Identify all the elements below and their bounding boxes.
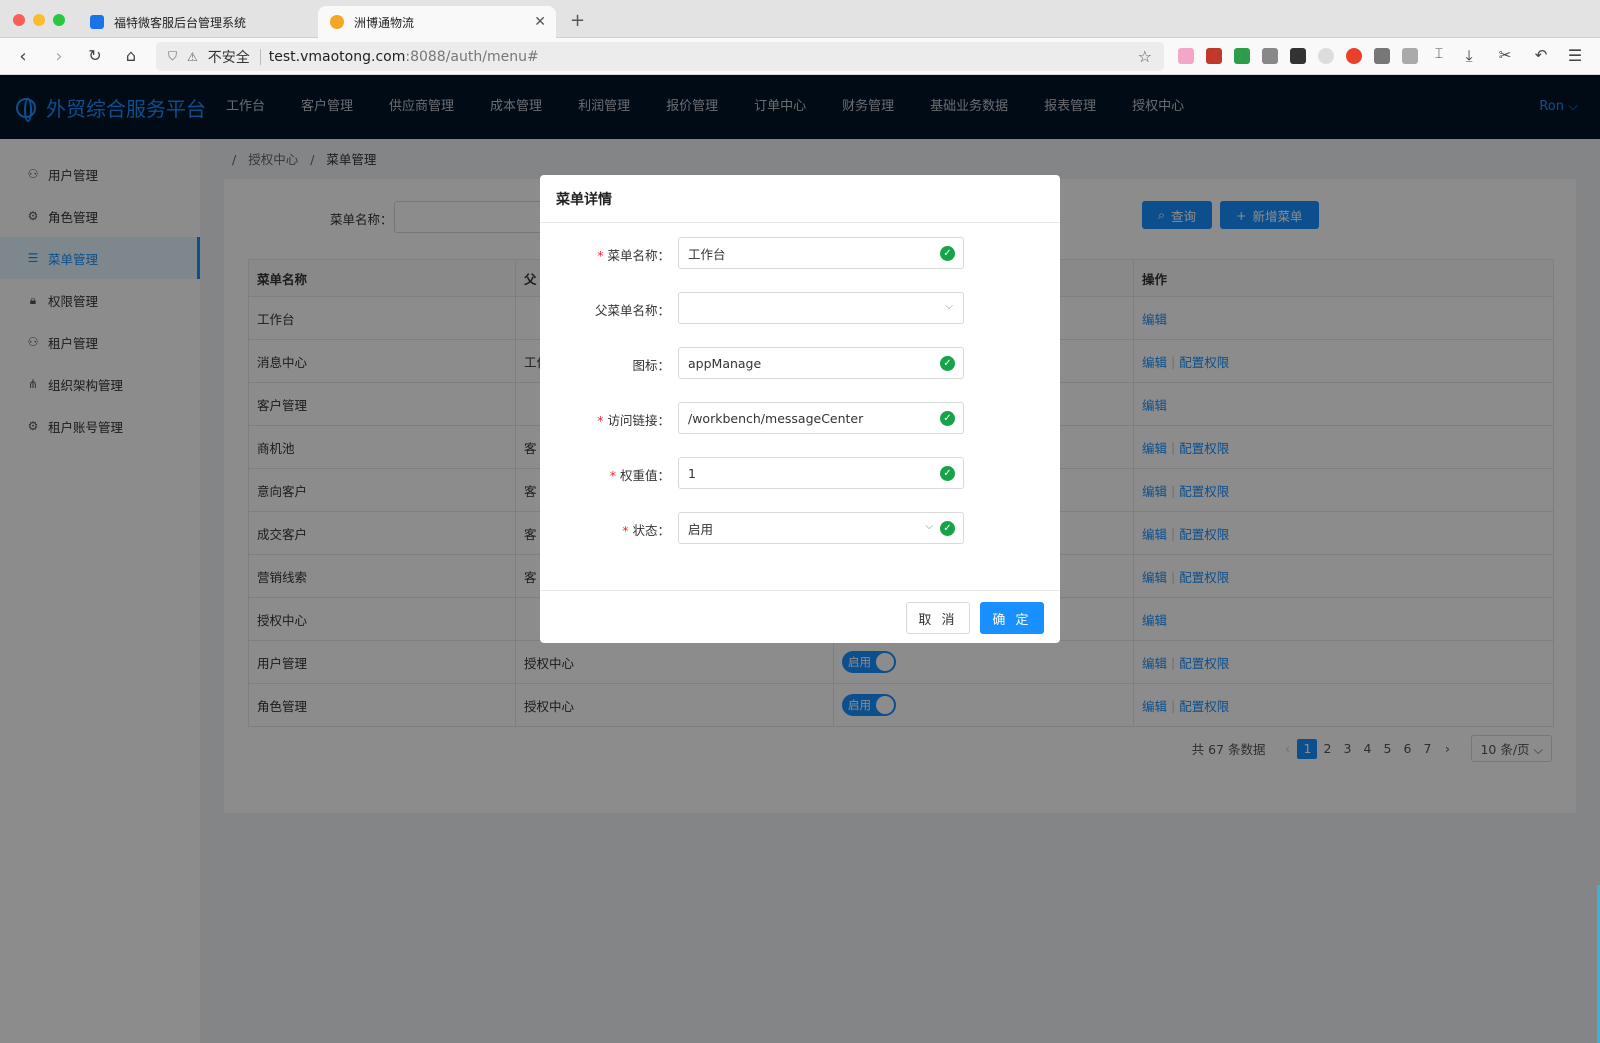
- menu-detail-modal: 菜单详情 * 菜单名称： 工作台 ✓ 父菜单名称： ⌵ 图标： appManage ✓ * 访问链接…: [540, 175, 1060, 643]
- modal-title: 菜单详情: [540, 175, 1060, 223]
- chevron-down-icon: ⌵: [945, 301, 953, 312]
- new-tab-icon[interactable]: +: [570, 10, 585, 31]
- extension-icon[interactable]: [1178, 48, 1194, 64]
- field-value: appManage: [688, 355, 762, 371]
- close-tab-icon[interactable]: ✕: [534, 14, 546, 30]
- browser-tab-2[interactable]: 洲博通物流 ✕: [318, 6, 556, 38]
- modal-footer: 取 消 确 定: [540, 590, 1060, 643]
- extension-icon[interactable]: [1346, 48, 1362, 64]
- required-mark: *: [609, 468, 616, 483]
- home-icon[interactable]: ⌂: [120, 46, 142, 65]
- back-icon[interactable]: ‹: [12, 46, 34, 67]
- required-mark: *: [622, 523, 629, 538]
- form-label: 父菜单名称：: [595, 300, 670, 319]
- form-select[interactable]: ⌵: [678, 292, 964, 324]
- browser-tab-1[interactable]: 福特微客服后台管理系统: [78, 6, 314, 38]
- cancel-button[interactable]: 取 消: [906, 602, 970, 634]
- form-label: * 状态：: [622, 520, 670, 539]
- check-circle-icon: ✓: [940, 246, 955, 261]
- check-circle-icon: ✓: [940, 521, 955, 536]
- form-row: 父菜单名称： ⌵: [540, 292, 1060, 324]
- browser-tabbar: 福特微客服后台管理系统 洲博通物流 ✕ +: [0, 0, 1600, 38]
- address-bar[interactable]: ⛉ ⚠ 不安全 test.vmaotong.com :8088/auth/men…: [156, 42, 1164, 71]
- extension-icon[interactable]: [1318, 48, 1334, 64]
- tab-favicon-icon: [90, 15, 104, 29]
- form-label-text: 菜单名称：: [607, 248, 670, 263]
- form-input[interactable]: 1 ✓: [678, 457, 964, 489]
- insecure-label: 不安全: [207, 49, 250, 66]
- form-label: 图标：: [632, 355, 670, 374]
- confirm-button[interactable]: 确 定: [980, 602, 1044, 634]
- maximize-window-button[interactable]: [53, 14, 65, 26]
- form-label-text: 权重值：: [619, 468, 670, 483]
- form-input[interactable]: 工作台 ✓: [678, 237, 964, 269]
- browser-toolbar: ‹ › ↻ ⌂ ⛉ ⚠ 不安全 test.vmaotong.com :8088/…: [0, 38, 1600, 75]
- field-value: 启用: [688, 521, 714, 537]
- form-input[interactable]: /workbench/messageCenter ✓: [678, 402, 964, 434]
- form-row: * 菜单名称： 工作台 ✓: [540, 237, 1060, 269]
- camera-icon[interactable]: [1262, 48, 1278, 64]
- undo-icon[interactable]: ↶: [1530, 46, 1552, 64]
- form-label-text: 访问链接：: [607, 413, 670, 428]
- form-label-text: 父菜单名称：: [594, 303, 670, 318]
- scissors-icon[interactable]: ✂: [1494, 46, 1516, 64]
- form-label: * 访问链接：: [597, 410, 670, 429]
- insecure-icon: ⚠: [187, 49, 198, 64]
- form-label-text: 图标：: [632, 358, 670, 373]
- form-row: * 状态： 启用 ⌵ ✓: [540, 512, 1060, 544]
- tab-title: 福特微客服后台管理系统: [114, 15, 247, 30]
- required-mark: *: [597, 413, 604, 428]
- reader-icon[interactable]: ⌶: [1428, 46, 1450, 62]
- form-label-text: 状态：: [632, 523, 670, 538]
- form-label: * 权重值：: [610, 465, 670, 484]
- reload-icon[interactable]: ↻: [84, 46, 106, 65]
- field-value: /workbench/messageCenter: [688, 410, 864, 426]
- form-select[interactable]: 启用 ⌵ ✓: [678, 512, 964, 544]
- extension-icon[interactable]: [1374, 48, 1390, 64]
- minimize-window-button[interactable]: [33, 14, 45, 26]
- check-circle-icon: ✓: [940, 356, 955, 371]
- extension-icon[interactable]: [1206, 48, 1222, 64]
- required-mark: *: [597, 248, 604, 263]
- check-circle-icon: ✓: [940, 411, 955, 426]
- url-divider: [259, 48, 261, 65]
- extension-icon[interactable]: [1290, 48, 1306, 64]
- menu-icon[interactable]: ☰: [1564, 46, 1586, 65]
- tab-favicon-icon: [330, 15, 344, 29]
- check-circle-icon: ✓: [940, 466, 955, 481]
- form-input[interactable]: appManage ✓: [678, 347, 964, 379]
- field-value: 工作台: [688, 246, 726, 262]
- chevron-down-icon: ⌵: [925, 521, 933, 532]
- forward-icon[interactable]: ›: [48, 46, 70, 67]
- extension-icon[interactable]: [1402, 48, 1418, 64]
- form-label: * 菜单名称：: [597, 245, 670, 264]
- star-icon[interactable]: ☆: [1138, 47, 1152, 66]
- extension-icon[interactable]: [1234, 48, 1250, 64]
- download-icon[interactable]: ⤓: [1458, 46, 1480, 66]
- form-row: * 访问链接： /workbench/messageCenter ✓: [540, 402, 1060, 434]
- url-path: :8088/auth/menu#: [405, 48, 539, 65]
- tab-title: 洲博通物流: [354, 15, 415, 30]
- form-row: 图标： appManage ✓: [540, 347, 1060, 379]
- url-host: test.vmaotong.com: [268, 48, 406, 65]
- shield-icon: ⛉: [168, 49, 178, 63]
- close-window-button[interactable]: [13, 14, 25, 26]
- form-row: * 权重值： 1 ✓: [540, 457, 1060, 489]
- field-value: 1: [688, 465, 696, 481]
